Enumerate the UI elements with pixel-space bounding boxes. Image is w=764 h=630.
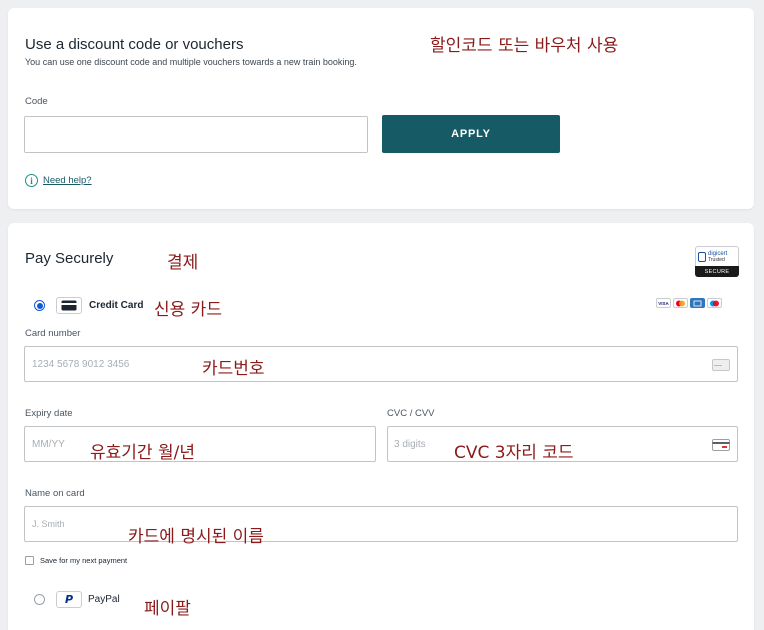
discount-subtitle: You can use one discount code and multip… [25, 57, 357, 67]
save-payment-label: Save for my next payment [40, 556, 128, 565]
name-annotation: 카드에 명시된 이름 [128, 527, 264, 547]
payment-annotation: 결제 [167, 253, 199, 273]
credit-card-icon [56, 297, 82, 314]
apply-button[interactable]: APPLY [382, 115, 560, 153]
card-icon [712, 358, 730, 376]
credit-card-label[interactable]: Credit Card [89, 300, 143, 311]
paypal-label[interactable]: PayPal [88, 594, 120, 605]
visa-icon: VISA [656, 298, 671, 308]
expiry-input[interactable]: MM/YY [24, 426, 376, 462]
paypal-icon: P [56, 591, 82, 608]
checkbox[interactable] [25, 556, 34, 565]
maestro-icon [707, 298, 722, 308]
save-payment-checkbox[interactable]: Save for my next payment [25, 556, 127, 565]
discount-annotation: 할인코드 또는 바우처 사용 [430, 36, 619, 56]
card-number-annotation: 카드번호 [202, 359, 265, 379]
discount-title: Use a discount code or vouchers [25, 36, 244, 53]
cvc-label: CVC / CVV [387, 408, 435, 419]
card-number-label: Card number [25, 328, 81, 339]
amex-icon [690, 298, 705, 308]
card-brands: VISA [656, 298, 722, 308]
expiry-annotation: 유효기간 월/년 [90, 443, 195, 463]
paypal-annotation: 페이팔 [144, 599, 191, 619]
lock-icon [698, 251, 706, 262]
cvc-card-icon [712, 438, 730, 456]
mastercard-icon [673, 298, 688, 308]
credit-card-radio[interactable] [34, 300, 45, 311]
need-help-link[interactable]: Need help? [43, 175, 92, 186]
card-number-input[interactable]: 1234 5678 9012 3456 [24, 346, 738, 382]
code-input[interactable] [24, 116, 368, 153]
paypal-radio[interactable] [34, 594, 45, 605]
payment-title: Pay Securely [25, 250, 114, 267]
need-help[interactable]: i Need help? [25, 174, 92, 187]
name-label: Name on card [25, 488, 85, 499]
expiry-label: Expiry date [25, 408, 73, 419]
payment-card: Pay Securely 결제 digicert Trusted SECURE … [8, 223, 754, 630]
info-icon: i [25, 174, 38, 187]
digicert-badge: digicert Trusted SECURE [695, 246, 739, 278]
discount-card: Use a discount code or vouchers You can … [8, 8, 754, 209]
code-label: Code [25, 96, 48, 107]
cvc-annotation: CVC 3자리 코드 [454, 443, 574, 463]
credit-card-annotation: 신용 카드 [154, 300, 222, 320]
